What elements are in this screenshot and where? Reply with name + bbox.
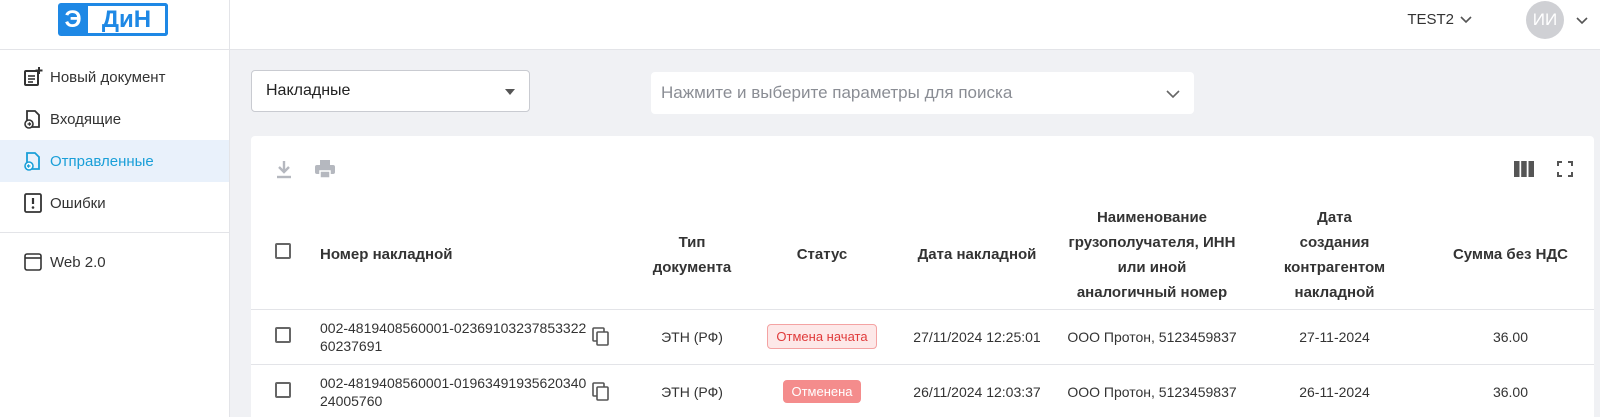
sidebar-nav: Новый документ Входящие Отправленные Оши… [0,56,229,224]
document-type-value: Накладные [266,82,351,99]
sidebar-divider [0,232,229,233]
columns-icon[interactable] [1511,156,1537,182]
date-cell: 26/11/2024 12:03:37 [892,364,1062,417]
column-header-number[interactable]: Номер накладной [315,201,632,310]
avatar[interactable]: ИИ [1526,1,1564,39]
row-select-cell [251,364,315,417]
invoice-number: 002-4819408560001-02369103237853322 6023… [320,319,586,355]
column-header-consignee[interactable]: Наименование грузополучателя, ИНН или ин… [1062,201,1242,310]
invoice-number-line: 002-4819408560001-02369103237853322 [320,319,587,336]
fullscreen-icon[interactable] [1552,156,1578,182]
sidebar-item-label: Новый документ [50,68,166,86]
sidebar-item-incoming[interactable]: Входящие [0,98,229,140]
print-icon[interactable] [312,156,338,182]
sum-cell: 36.00 [1427,364,1594,417]
sidebar-item-label: Web 2.0 [50,253,106,271]
chevron-down-icon[interactable] [1576,12,1588,30]
invoice-number-line: 24005760 [320,392,383,409]
created-cell: 26-11-2024 [1242,364,1427,417]
table-row[interactable]: 002-4819408560001-01963491935620340 2400… [251,364,1594,417]
select-all-cell [251,201,315,310]
documents-table: Номер накладной Тип документа Статус Дат… [251,201,1594,417]
status-cell: Отменена [752,364,892,417]
doc-type-cell: ЭТН (РФ) [632,309,752,365]
errors-icon [22,192,44,214]
invoice-number: 002-4819408560001-01963491935620340 2400… [320,374,586,410]
consignee-cell: ООО Протон, 5123459837 [1062,364,1242,417]
org-selector[interactable]: TEST2 [1407,11,1472,28]
sidebar-item-errors[interactable]: Ошибки [0,182,229,224]
invoice-number-cell: 002-4819408560001-01963491935620340 2400… [315,364,632,417]
download-icon[interactable] [271,156,297,182]
status-cell: Отмена начата [752,309,892,365]
table-header-row: Номер накладной Тип документа Статус Дат… [251,201,1594,310]
copy-icon[interactable] [592,326,610,347]
search-input[interactable] [651,72,1194,114]
logo-area: Э ДиН [0,0,229,50]
new-document-icon [22,66,44,88]
logo-text: ДиН [88,3,168,36]
copy-icon[interactable] [592,381,610,402]
column-header-doc-type[interactable]: Тип документа [632,201,752,310]
consignee-cell: ООО Протон, 5123459837 [1062,309,1242,365]
sidebar-item-web2[interactable]: Web 2.0 [0,241,229,283]
column-header-sum[interactable]: Сумма без НДС [1427,201,1594,310]
chevron-down-icon [1460,11,1472,28]
column-header-date[interactable]: Дата накладной [892,201,1062,310]
documents-card: Номер накладной Тип документа Статус Дат… [251,136,1594,417]
incoming-icon [22,108,44,130]
row-select-cell [251,309,315,365]
status-badge: Отменена [783,380,861,403]
sidebar-item-new-document[interactable]: Новый документ [0,56,229,98]
invoice-number-line: 002-4819408560001-01963491935620340 [320,374,587,391]
sidebar-item-label: Отправленные [50,152,154,170]
row-checkbox[interactable] [275,327,291,343]
doc-type-cell: ЭТН (РФ) [632,364,752,417]
sent-icon [22,150,44,172]
sidebar-item-label: Ошибки [50,194,106,212]
invoice-number-line: 60237691 [320,337,383,354]
sum-cell: 36.00 [1427,309,1594,365]
status-badge: Отмена начата [767,324,877,349]
column-header-created[interactable]: Дата создания контрагентом накладной [1242,201,1427,310]
web-icon [22,251,44,273]
column-header-status[interactable]: Статус [752,201,892,310]
logo[interactable]: Э ДиН [58,3,168,36]
row-checkbox[interactable] [275,382,291,398]
sidebar-item-label: Входящие [50,110,122,128]
org-name: TEST2 [1407,11,1454,28]
created-cell: 27-11-2024 [1242,309,1427,365]
select-all-checkbox[interactable] [275,243,291,260]
sidebar-item-sent[interactable]: Отправленные [0,140,229,182]
caret-down-icon [505,89,515,95]
logo-letter: Э [58,3,88,36]
topbar: TEST2 ИИ [230,0,1600,50]
date-cell: 27/11/2024 12:25:01 [892,309,1062,365]
chevron-down-icon[interactable] [1166,86,1180,104]
table-row[interactable]: 002-4819408560001-02369103237853322 6023… [251,309,1594,365]
sidebar: Э ДиН Новый документ Входящие Отправленн… [0,0,230,417]
document-type-select[interactable]: Накладные [251,70,530,112]
invoice-number-cell: 002-4819408560001-02369103237853322 6023… [315,309,632,365]
